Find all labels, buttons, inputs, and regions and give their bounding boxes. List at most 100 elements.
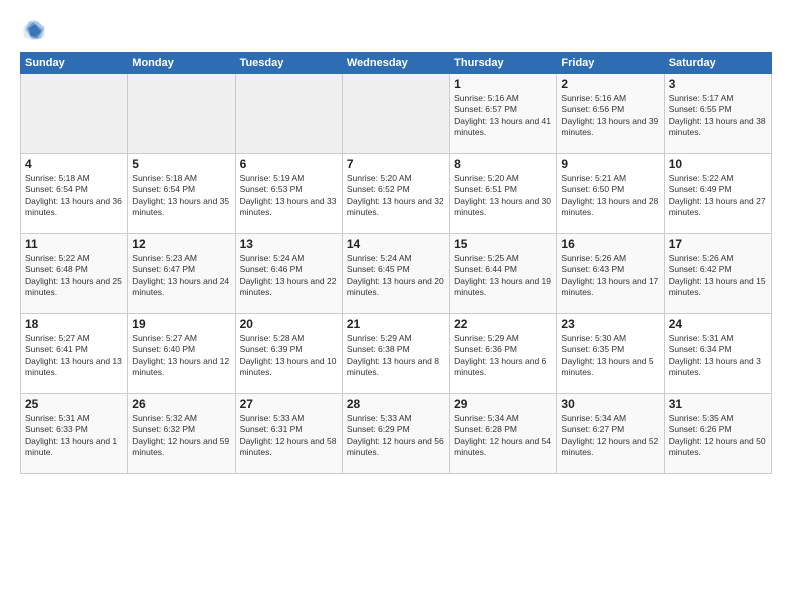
cell-content: Sunrise: 5:23 AMSunset: 6:47 PMDaylight:… xyxy=(132,253,230,299)
calendar-cell: 19 Sunrise: 5:27 AMSunset: 6:40 PMDayligh… xyxy=(128,314,235,394)
week-row-1: 1Sunrise: 5:16 AMSunset: 6:57 PMDaylight… xyxy=(21,74,772,154)
day-number: 3 xyxy=(669,77,767,91)
cell-content: Sunrise: 5:18 AMSunset: 6:54 PMDaylight:… xyxy=(25,173,123,219)
day-number: 6 xyxy=(240,157,338,171)
calendar-cell: 10 Sunrise: 5:22 AMSunset: 6:49 PMDayligh… xyxy=(664,154,771,234)
calendar-cell: 3 Sunrise: 5:17 AMSunset: 6:55 PMDaylight… xyxy=(664,74,771,154)
calendar-cell: 14Sunrise: 5:24 AMSunset: 6:45 PMDayligh… xyxy=(342,234,449,314)
calendar-cell: 23 Sunrise: 5:30 AMSunset: 6:35 PMDayligh… xyxy=(557,314,664,394)
day-number: 29 xyxy=(454,397,552,411)
day-number: 27 xyxy=(240,397,338,411)
calendar-cell: 30 Sunrise: 5:34 AMSunset: 6:27 PMDayligh… xyxy=(557,394,664,474)
cell-content: Sunrise: 5:18 AMSunset: 6:54 PMDaylight:… xyxy=(132,173,230,219)
day-number: 8 xyxy=(454,157,552,171)
day-number: 22 xyxy=(454,317,552,331)
col-header-saturday: Saturday xyxy=(664,53,771,74)
day-number: 18 xyxy=(25,317,123,331)
calendar-cell: 24 Sunrise: 5:31 AMSunset: 6:34 PMDayligh… xyxy=(664,314,771,394)
cell-content: Sunrise: 5:29 AMSunset: 6:36 PMDaylight:… xyxy=(454,333,552,379)
calendar-cell: 4 Sunrise: 5:18 AMSunset: 6:54 PMDaylight… xyxy=(21,154,128,234)
page: SundayMondayTuesdayWednesdayThursdayFrid… xyxy=(0,0,792,612)
calendar-cell: 22 Sunrise: 5:29 AMSunset: 6:36 PMDayligh… xyxy=(450,314,557,394)
calendar-cell: 26 Sunrise: 5:32 AMSunset: 6:32 PMDayligh… xyxy=(128,394,235,474)
calendar-cell: 15 Sunrise: 5:25 AMSunset: 6:44 PMDayligh… xyxy=(450,234,557,314)
calendar-cell: 16 Sunrise: 5:26 AMSunset: 6:43 PMDayligh… xyxy=(557,234,664,314)
calendar-cell xyxy=(342,74,449,154)
week-row-4: 18 Sunrise: 5:27 AMSunset: 6:41 PMDayligh… xyxy=(21,314,772,394)
day-number: 26 xyxy=(132,397,230,411)
calendar-cell: 8 Sunrise: 5:20 AMSunset: 6:51 PMDaylight… xyxy=(450,154,557,234)
calendar-cell: 28 Sunrise: 5:33 AMSunset: 6:29 PMDayligh… xyxy=(342,394,449,474)
cell-content: Sunrise: 5:22 AMSunset: 6:48 PMDaylight:… xyxy=(25,253,123,299)
calendar-cell: 17 Sunrise: 5:26 AMSunset: 6:42 PMDayligh… xyxy=(664,234,771,314)
day-number: 9 xyxy=(561,157,659,171)
day-number: 2 xyxy=(561,77,659,91)
cell-content: Sunrise: 5:24 AMSunset: 6:46 PMDaylight:… xyxy=(240,253,338,299)
day-number: 19 xyxy=(132,317,230,331)
cell-content: Sunrise: 5:32 AMSunset: 6:32 PMDaylight:… xyxy=(132,413,230,459)
day-number: 31 xyxy=(669,397,767,411)
cell-content: Sunrise: 5:31 AMSunset: 6:33 PMDaylight:… xyxy=(25,413,123,459)
calendar-cell: 25 Sunrise: 5:31 AMSunset: 6:33 PMDayligh… xyxy=(21,394,128,474)
day-number: 30 xyxy=(561,397,659,411)
cell-content: Sunrise: 5:34 AMSunset: 6:27 PMDaylight:… xyxy=(561,413,659,459)
calendar-cell: 6 Sunrise: 5:19 AMSunset: 6:53 PMDaylight… xyxy=(235,154,342,234)
cell-content: Sunrise: 5:16 AMSunset: 6:57 PMDaylight:… xyxy=(454,93,552,139)
day-number: 10 xyxy=(669,157,767,171)
cell-content: Sunrise: 5:35 AMSunset: 6:26 PMDaylight:… xyxy=(669,413,767,459)
header xyxy=(20,16,772,44)
calendar-cell: 1Sunrise: 5:16 AMSunset: 6:57 PMDaylight… xyxy=(450,74,557,154)
day-number: 20 xyxy=(240,317,338,331)
calendar-cell xyxy=(21,74,128,154)
col-header-friday: Friday xyxy=(557,53,664,74)
day-number: 5 xyxy=(132,157,230,171)
cell-content: Sunrise: 5:26 AMSunset: 6:42 PMDaylight:… xyxy=(669,253,767,299)
calendar-cell xyxy=(128,74,235,154)
cell-content: Sunrise: 5:26 AMSunset: 6:43 PMDaylight:… xyxy=(561,253,659,299)
calendar-cell: 11Sunrise: 5:22 AMSunset: 6:48 PMDayligh… xyxy=(21,234,128,314)
cell-content: Sunrise: 5:25 AMSunset: 6:44 PMDaylight:… xyxy=(454,253,552,299)
cell-content: Sunrise: 5:19 AMSunset: 6:53 PMDaylight:… xyxy=(240,173,338,219)
calendar-cell: 31 Sunrise: 5:35 AMSunset: 6:26 PMDayligh… xyxy=(664,394,771,474)
cell-content: Sunrise: 5:28 AMSunset: 6:39 PMDaylight:… xyxy=(240,333,338,379)
day-number: 15 xyxy=(454,237,552,251)
calendar-cell: 13 Sunrise: 5:24 AMSunset: 6:46 PMDayligh… xyxy=(235,234,342,314)
day-number: 13 xyxy=(240,237,338,251)
cell-content: Sunrise: 5:27 AMSunset: 6:41 PMDaylight:… xyxy=(25,333,123,379)
calendar-header-row: SundayMondayTuesdayWednesdayThursdayFrid… xyxy=(21,53,772,74)
col-header-sunday: Sunday xyxy=(21,53,128,74)
cell-content: Sunrise: 5:34 AMSunset: 6:28 PMDaylight:… xyxy=(454,413,552,459)
calendar-table: SundayMondayTuesdayWednesdayThursdayFrid… xyxy=(20,52,772,474)
week-row-3: 11Sunrise: 5:22 AMSunset: 6:48 PMDayligh… xyxy=(21,234,772,314)
day-number: 23 xyxy=(561,317,659,331)
calendar-cell: 5 Sunrise: 5:18 AMSunset: 6:54 PMDaylight… xyxy=(128,154,235,234)
day-number: 4 xyxy=(25,157,123,171)
col-header-tuesday: Tuesday xyxy=(235,53,342,74)
day-number: 16 xyxy=(561,237,659,251)
day-number: 17 xyxy=(669,237,767,251)
col-header-wednesday: Wednesday xyxy=(342,53,449,74)
cell-content: Sunrise: 5:21 AMSunset: 6:50 PMDaylight:… xyxy=(561,173,659,219)
cell-content: Sunrise: 5:27 AMSunset: 6:40 PMDaylight:… xyxy=(132,333,230,379)
day-number: 7 xyxy=(347,157,445,171)
day-number: 25 xyxy=(25,397,123,411)
day-number: 24 xyxy=(669,317,767,331)
calendar-cell: 2Sunrise: 5:16 AMSunset: 6:56 PMDaylight… xyxy=(557,74,664,154)
calendar-cell: 9 Sunrise: 5:21 AMSunset: 6:50 PMDaylight… xyxy=(557,154,664,234)
cell-content: Sunrise: 5:20 AMSunset: 6:51 PMDaylight:… xyxy=(454,173,552,219)
cell-content: Sunrise: 5:33 AMSunset: 6:29 PMDaylight:… xyxy=(347,413,445,459)
cell-content: Sunrise: 5:31 AMSunset: 6:34 PMDaylight:… xyxy=(669,333,767,379)
week-row-2: 4 Sunrise: 5:18 AMSunset: 6:54 PMDaylight… xyxy=(21,154,772,234)
cell-content: Sunrise: 5:20 AMSunset: 6:52 PMDaylight:… xyxy=(347,173,445,219)
cell-content: Sunrise: 5:24 AMSunset: 6:45 PMDaylight:… xyxy=(347,253,445,299)
calendar-cell: 18 Sunrise: 5:27 AMSunset: 6:41 PMDayligh… xyxy=(21,314,128,394)
calendar-cell xyxy=(235,74,342,154)
cell-content: Sunrise: 5:17 AMSunset: 6:55 PMDaylight:… xyxy=(669,93,767,139)
calendar-cell: 29 Sunrise: 5:34 AMSunset: 6:28 PMDayligh… xyxy=(450,394,557,474)
cell-content: Sunrise: 5:22 AMSunset: 6:49 PMDaylight:… xyxy=(669,173,767,219)
col-header-monday: Monday xyxy=(128,53,235,74)
cell-content: Sunrise: 5:30 AMSunset: 6:35 PMDaylight:… xyxy=(561,333,659,379)
calendar-cell: 12Sunrise: 5:23 AMSunset: 6:47 PMDayligh… xyxy=(128,234,235,314)
day-number: 28 xyxy=(347,397,445,411)
calendar-cell: 21Sunrise: 5:29 AMSunset: 6:38 PMDayligh… xyxy=(342,314,449,394)
